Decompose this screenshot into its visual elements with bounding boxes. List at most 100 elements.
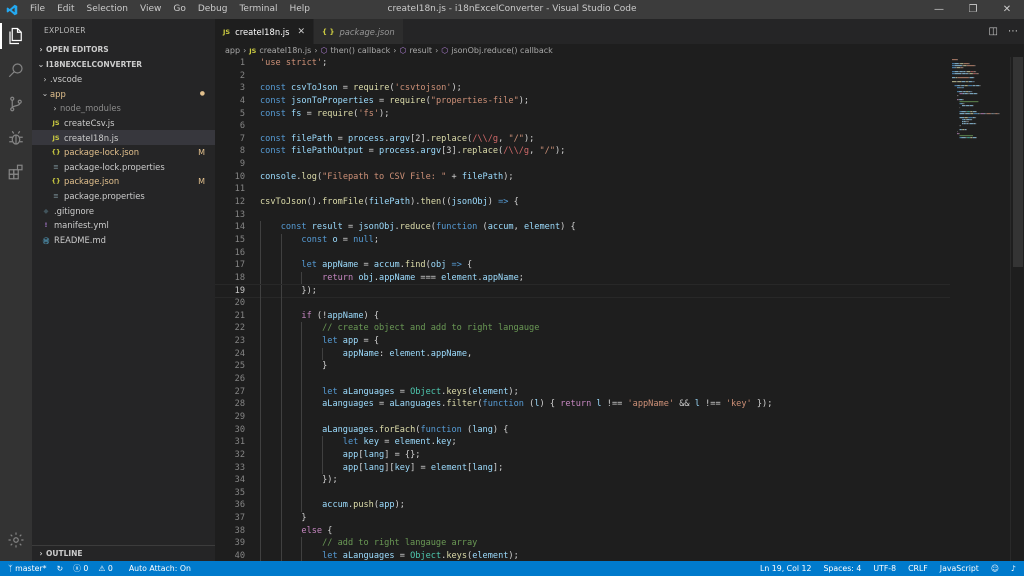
search-activity-button[interactable]	[0, 53, 32, 87]
source-control-activity-button[interactable]	[0, 87, 32, 121]
code-editor[interactable]: 1'use strict'; 2 3 const csvToJson = requir…	[215, 57, 950, 561]
code-line[interactable]: 14 const result = jsonObj.reduce(function…	[215, 221, 950, 234]
git-branch[interactable]: ᛉ master*	[8, 564, 47, 573]
code-line[interactable]: 39// add to right langauge array	[215, 537, 950, 550]
tree-item-package-lock-json[interactable]: {} package-lock.json M	[32, 145, 215, 160]
code-line[interactable]: 4 const jsonToProperties = require("prope…	[215, 95, 950, 108]
code-line[interactable]: 40 let aLanguages = Object.keys(element);	[215, 549, 950, 561]
code-line[interactable]: 16	[215, 246, 950, 260]
explorer-activity-button[interactable]	[0, 19, 32, 53]
code-line[interactable]: 27 let aLanguages = Object.keys(element);	[215, 385, 950, 399]
minimap-token	[970, 71, 971, 73]
problems-errors[interactable]: ⓧ 0	[73, 563, 88, 574]
code-line[interactable]: 11	[215, 183, 950, 196]
close-tab-icon[interactable]: ✕	[297, 27, 305, 37]
line-ending[interactable]: CRLF	[908, 564, 928, 573]
minimap[interactable]	[950, 57, 1010, 157]
menu-help[interactable]: Help	[283, 0, 316, 19]
tab-createi18n-js[interactable]: JS createI18n.js ✕	[215, 19, 315, 44]
code-line[interactable]: 6	[215, 120, 950, 133]
debug-activity-button[interactable]	[0, 121, 32, 155]
tree-item-readme-md[interactable]: Ⓜ README.md	[32, 233, 215, 248]
sync-button[interactable]: ↻	[57, 564, 64, 573]
tree-item-app[interactable]: ⌄ app ●	[32, 87, 215, 102]
code-line[interactable]: 22 // create object and add to right lang…	[215, 322, 950, 336]
menu-debug[interactable]: Debug	[192, 0, 234, 19]
close-window-button[interactable]: ✕	[990, 0, 1024, 19]
code-line[interactable]: 34});	[215, 474, 950, 487]
maximize-button[interactable]: ❐	[956, 0, 990, 19]
more-actions-icon[interactable]: ⋯	[1008, 26, 1018, 37]
code-line[interactable]: 10 console.log("Filepath to CSV File: " +…	[215, 171, 950, 184]
tree-item-package-properties[interactable]: ≡ package.properties	[32, 189, 215, 204]
tree-item-package-lock-properties[interactable]: ≡ package-lock.properties	[32, 160, 215, 175]
breadcrumb-item[interactable]: result	[409, 46, 432, 55]
code-line[interactable]: 35	[215, 486, 950, 500]
code-line[interactable]: 2	[215, 70, 950, 83]
code-line[interactable]: 13	[215, 209, 950, 222]
code-line[interactable]: 37}	[215, 512, 950, 525]
code-line[interactable]: 38 else {	[215, 524, 950, 538]
code-line[interactable]: 17 let appName = accum.find(obj => {	[215, 259, 950, 272]
code-line[interactable]: 8 const filePathOutput = process.argv[3].…	[215, 145, 950, 158]
code-line[interactable]: 18 return obj.appName === element.appName…	[215, 271, 950, 285]
problems-warnings[interactable]: ⚠ 0	[98, 564, 112, 573]
code-line[interactable]: 26	[215, 373, 950, 386]
feedback-icon[interactable]: ☺	[991, 564, 999, 573]
tree-item-createi18n-js[interactable]: JS createI18n.js	[32, 130, 215, 145]
minimize-button[interactable]: —	[922, 0, 956, 19]
notifications-bell-icon[interactable]: ♪	[1011, 564, 1016, 573]
tree-item-gitignore[interactable]: ◆ .gitignore	[32, 203, 215, 218]
tree-item-createcsv-js[interactable]: JS createCsv.js	[32, 116, 215, 131]
code-line[interactable]: 19});	[215, 283, 950, 299]
minimap-token	[952, 59, 958, 61]
open-editors-section[interactable]: › OPEN EDITORS	[32, 43, 215, 57]
outline-section[interactable]: › OUTLINE	[32, 545, 215, 561]
code-line[interactable]: 32 app[lang] = {};	[215, 448, 950, 462]
breadcrumb-item[interactable]: createI18n.js	[259, 46, 311, 55]
tree-item-vscode[interactable]: › .vscode	[32, 72, 215, 87]
tab-package-json[interactable]: { } package.json	[314, 19, 404, 44]
auto-attach-toggle[interactable]: Auto Attach: On	[129, 564, 191, 573]
code-line[interactable]: 31 let key = element.key;	[215, 436, 950, 449]
menu-file[interactable]: File	[24, 0, 51, 19]
code-line[interactable]: 24 appName: element.appName,	[215, 347, 950, 361]
menu-view[interactable]: View	[134, 0, 167, 19]
menu-selection[interactable]: Selection	[81, 0, 134, 19]
menu-go[interactable]: Go	[167, 0, 191, 19]
language-mode[interactable]: JavaScript	[940, 564, 979, 573]
code-line[interactable]: 30 aLanguages.forEach(function (lang) {	[215, 423, 950, 437]
project-section[interactable]: ⌄ I18NEXCELCONVERTER	[32, 58, 215, 72]
split-editor-icon[interactable]: ◫	[989, 26, 998, 37]
breadcrumb-item[interactable]: jsonObj.reduce() callback	[451, 46, 553, 55]
tree-item-package-json[interactable]: {} package.json M	[32, 174, 215, 189]
code-line[interactable]: 1 'use strict';	[215, 57, 950, 70]
breadcrumb-item[interactable]: app	[225, 46, 240, 55]
code-line[interactable]: 5 const fs = require('fs');	[215, 108, 950, 121]
menu-edit[interactable]: Edit	[51, 0, 80, 19]
tree-item-manifest-yml[interactable]: ! manifest.yml	[32, 218, 215, 233]
indentation[interactable]: Spaces: 4	[823, 564, 861, 573]
extensions-activity-button[interactable]	[0, 155, 32, 189]
code-line[interactable]: 28 aLanguages = aLanguages.filter(functio…	[215, 398, 950, 411]
breadcrumb-item[interactable]: then() callback	[331, 46, 391, 55]
code-line[interactable]: 23 let app = {	[215, 335, 950, 348]
editor-scrollbar[interactable]	[1010, 57, 1024, 561]
code-line[interactable]: 3 const csvToJson = require('csvtojson');	[215, 82, 950, 95]
manage-button[interactable]	[0, 523, 32, 557]
code-line[interactable]: 12 csvToJson().fromFile(filePath).then((j…	[215, 196, 950, 209]
code-line[interactable]: 33 app[lang][key] = element[lang];	[215, 461, 950, 475]
code-line[interactable]: 7 const filePath = process.argv[2].replac…	[215, 133, 950, 146]
code-line[interactable]: 20	[215, 297, 950, 310]
code-line[interactable]: 9	[215, 158, 950, 171]
code-line[interactable]: 15 const o = null;	[215, 233, 950, 247]
code-line[interactable]: 29	[215, 410, 950, 424]
code-line[interactable]: 25}	[215, 360, 950, 374]
code-line[interactable]: 21 if (!appName) {	[215, 309, 950, 323]
scrollbar-thumb[interactable]	[1013, 57, 1023, 267]
cursor-position[interactable]: Ln 19, Col 12	[760, 564, 811, 573]
code-line[interactable]: 36 accum.push(app);	[215, 499, 950, 513]
menu-terminal[interactable]: Terminal	[233, 0, 283, 19]
tree-item-node-modules[interactable]: › node_modules	[32, 101, 215, 116]
encoding[interactable]: UTF-8	[873, 564, 896, 573]
